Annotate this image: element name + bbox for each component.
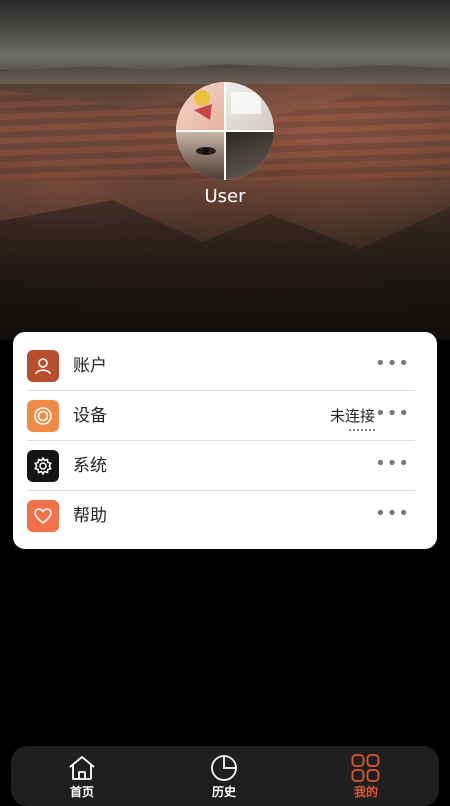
menu-item-label: 账户 [73, 356, 107, 376]
menu-item-device[interactable]: 设备 未连接 ••• [13, 391, 437, 441]
menu-item-account[interactable]: 账户 ••• [13, 341, 437, 391]
settings-card: 账户 ••• 设备 未连接 ••• 系统 ••• 帮助 ••• [13, 332, 437, 549]
menu-item-label: 设备 [73, 406, 107, 426]
status-underline [349, 429, 375, 431]
menu-item-label: 帮助 [73, 506, 107, 526]
gear-icon [27, 450, 59, 482]
tab-history[interactable]: 历史 [174, 746, 274, 800]
more-icon[interactable]: ••• [375, 441, 410, 491]
avatar-tile [225, 131, 274, 180]
tab-label: 首页 [69, 785, 94, 799]
grid-icon [351, 754, 381, 782]
tab-label: 历史 [211, 785, 236, 799]
device-icon [27, 400, 59, 432]
more-icon[interactable]: ••• [375, 341, 410, 391]
avatar-tile [176, 82, 225, 131]
tab-mine[interactable]: 我的 [316, 746, 416, 800]
avatar-tile [176, 131, 225, 180]
heart-icon [27, 500, 59, 532]
bottom-tab-bar: 首页 历史 我的 [11, 746, 439, 806]
connection-status: 未连接 [329, 407, 375, 425]
avatar[interactable] [176, 82, 274, 180]
avatar-tile [225, 82, 274, 131]
more-icon[interactable]: ••• [375, 391, 410, 441]
menu-item-label: 系统 [73, 456, 107, 476]
menu-item-help[interactable]: 帮助 ••• [13, 491, 437, 541]
username: User [204, 186, 246, 207]
pie-chart-icon [209, 754, 239, 782]
tab-home[interactable]: 首页 [32, 746, 132, 800]
tab-label: 我的 [353, 785, 378, 799]
home-icon [67, 754, 97, 782]
more-icon[interactable]: ••• [375, 491, 410, 541]
user-icon [27, 350, 59, 382]
menu-item-system[interactable]: 系统 ••• [13, 441, 437, 491]
